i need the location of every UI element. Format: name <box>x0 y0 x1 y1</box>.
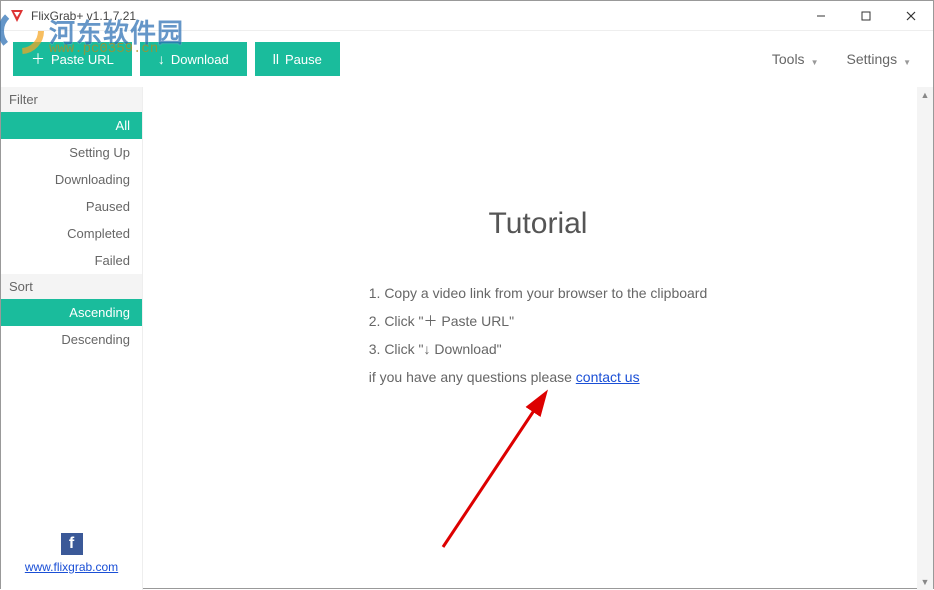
main-content: Tutorial 1. Copy a video link from your … <box>143 87 933 590</box>
sidebar-footer: f www.flixgrab.com <box>1 525 142 590</box>
plus-icon: ＋ <box>31 49 45 69</box>
body: Filter All Setting Up Downloading Paused… <box>1 87 933 590</box>
sidebar: Filter All Setting Up Downloading Paused… <box>1 87 143 590</box>
tools-menu[interactable]: Tools ▼ <box>762 45 829 73</box>
tutorial-panel: Tutorial 1. Copy a video link from your … <box>369 207 708 391</box>
close-button[interactable] <box>888 1 933 30</box>
tutorial-step-1: 1. Copy a video link from your browser t… <box>369 279 708 307</box>
chevron-down-icon: ▼ <box>811 58 819 67</box>
pause-button[interactable]: ll Pause <box>255 42 340 76</box>
maximize-button[interactable] <box>843 1 888 30</box>
scroll-up-arrow[interactable]: ▲ <box>917 87 933 103</box>
tutorial-step-3: 3. Click "↓ Download" <box>369 335 708 363</box>
window-controls <box>798 1 933 30</box>
chevron-down-icon: ▼ <box>903 58 911 67</box>
window-title: FlixGrab+ v1.1.7.21 <box>31 9 798 23</box>
minimize-button[interactable] <box>798 1 843 30</box>
sort-header: Sort <box>1 274 142 299</box>
filter-item-completed[interactable]: Completed <box>1 220 142 247</box>
filter-item-all[interactable]: All <box>1 112 142 139</box>
scrollbar[interactable]: ▲ ▼ <box>917 87 933 590</box>
sort-item-descending[interactable]: Descending <box>1 326 142 353</box>
filter-item-paused[interactable]: Paused <box>1 193 142 220</box>
tutorial-help-prefix: if you have any questions please <box>369 369 576 385</box>
tutorial-step-2: 2. Click "＋ Paste URL" <box>369 307 708 335</box>
settings-menu[interactable]: Settings ▼ <box>836 45 921 73</box>
toolbar: ＋ Paste URL ↓ Download ll Pause Tools ▼ … <box>1 31 933 87</box>
contact-us-link[interactable]: contact us <box>576 369 640 385</box>
scroll-down-arrow[interactable]: ▼ <box>917 574 933 590</box>
filter-item-failed[interactable]: Failed <box>1 247 142 274</box>
settings-label: Settings <box>846 51 897 67</box>
app-icon <box>9 8 25 24</box>
filter-item-setting-up[interactable]: Setting Up <box>1 139 142 166</box>
filter-item-downloading[interactable]: Downloading <box>1 166 142 193</box>
titlebar: FlixGrab+ v1.1.7.21 <box>1 1 933 31</box>
download-button[interactable]: ↓ Download <box>140 42 247 76</box>
annotation-arrow <box>433 387 563 557</box>
download-label: Download <box>171 52 229 67</box>
filter-header: Filter <box>1 87 142 112</box>
tools-label: Tools <box>772 51 805 67</box>
paste-url-label: Paste URL <box>51 52 114 67</box>
paste-url-button[interactable]: ＋ Paste URL <box>13 42 132 76</box>
sort-item-ascending[interactable]: Ascending <box>1 299 142 326</box>
pause-label: Pause <box>285 52 322 67</box>
site-link[interactable]: www.flixgrab.com <box>25 560 118 574</box>
pause-icon: ll <box>273 51 279 67</box>
tutorial-heading: Tutorial <box>369 207 708 241</box>
tutorial-help: if you have any questions please contact… <box>369 363 708 391</box>
download-icon: ↓ <box>158 51 165 67</box>
facebook-icon[interactable]: f <box>61 533 83 555</box>
